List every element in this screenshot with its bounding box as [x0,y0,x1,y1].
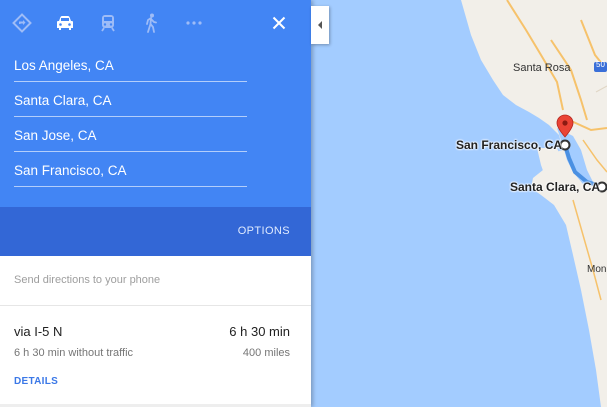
close-directions-button[interactable] [266,10,292,36]
mode-driving-button[interactable] [52,10,78,36]
map-label-mon: Mon [587,264,607,275]
highway-shield-label: 50 [596,60,605,69]
route-via: via I-5 N [14,324,63,339]
route-distance: 400 miles [242,347,290,359]
mode-best-route-button[interactable] [9,10,35,36]
directions-panel: Los Angeles, CA Santa Clara, CA San Jose… [0,0,311,407]
close-icon [272,16,286,30]
options-button[interactable]: OPTIONS [238,225,290,237]
waypoint-input-1[interactable]: Los Angeles, CA [14,56,247,82]
map-label-santa-rosa: Santa Rosa [513,62,571,74]
more-horiz-icon [186,21,202,25]
mode-more-button[interactable] [181,10,207,36]
collapse-panel-button[interactable] [311,6,329,44]
mode-transit-button[interactable] [95,10,121,36]
train-icon [101,15,115,32]
map-label-santa-clara[interactable]: Santa Clara, CA [510,180,600,194]
route-details-link[interactable]: DETAILS [14,376,58,387]
directions-diamond-icon [12,13,32,33]
map-canvas[interactable]: Santa Rosa 50 San Francisco, CA Santa Cl… [311,0,607,407]
directions-header: Los Angeles, CA Santa Clara, CA San Jose… [0,0,311,207]
travel-mode-bar [0,0,311,46]
divider [0,305,311,306]
chevron-left-icon [318,21,322,29]
route-duration: 6 h 30 min [229,324,290,339]
route-traffic-note: 6 h 30 min without traffic [14,347,134,359]
mode-walking-button[interactable] [138,10,164,36]
car-icon [57,16,73,30]
waypoint-input-2[interactable]: Santa Clara, CA [14,91,247,117]
walking-icon [146,13,157,33]
waypoint-input-4[interactable]: San Francisco, CA [14,161,247,187]
map-label-san-francisco[interactable]: San Francisco, CA [456,138,562,152]
waypoint-input-3[interactable]: San Jose, CA [14,126,247,152]
send-directions-link[interactable]: Send directions to your phone [14,274,160,286]
